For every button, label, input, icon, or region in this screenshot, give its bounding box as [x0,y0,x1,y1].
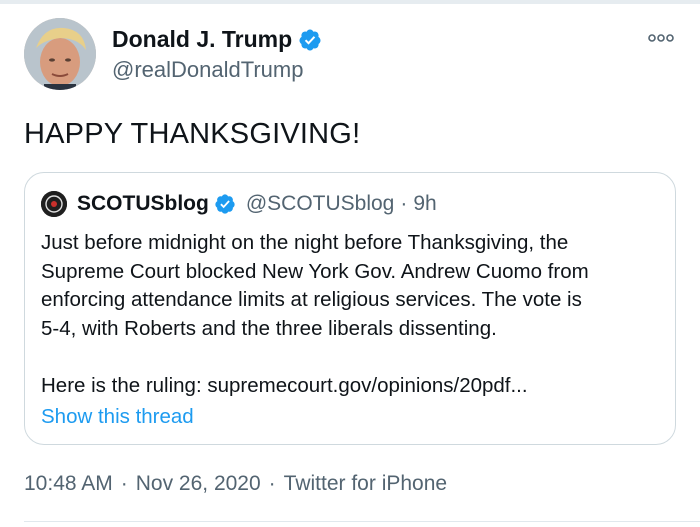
quoted-tweet-body: Just before midnight on the night before… [41,229,661,400]
author-display-name[interactable]: Donald J. Trump [112,26,322,53]
meta-separator: · [268,472,276,495]
verified-badge-icon [298,28,322,52]
quoted-author-handle[interactable]: @SCOTUSblog [246,192,395,216]
quoted-tweet-header: SCOTUSblog @SCOTUSblog · 9h [41,191,437,217]
show-thread-link[interactable]: Show this thread [41,405,194,429]
quoted-body-line: enforcing attendance limits at religious… [41,288,582,311]
tweet-meta: 10:48 AM · Nov 26, 2020 · Twitter for iP… [24,472,447,496]
verified-badge-icon [214,193,236,215]
quoted-body-line: 5-4, with Roberts and the three liberals… [41,316,497,340]
tweet-source[interactable]: Twitter for iPhone [284,472,447,496]
quoted-author-display-name[interactable]: SCOTUSblog [77,192,209,216]
top-divider [0,0,700,4]
author-display-name-text: Donald J. Trump [112,26,293,52]
quoted-body-line: Just before midnight on the night before… [41,231,569,254]
quoted-relative-time[interactable]: 9h [413,192,436,216]
tweet-time[interactable]: 10:48 AM [24,472,113,496]
quoted-tweet-card[interactable]: SCOTUSblog @SCOTUSblog · 9h Just before … [24,172,676,445]
quoted-body-line: Supreme Court blocked New York Gov. Andr… [41,259,589,283]
quoted-ruling-line: Here is the ruling: supremecourt.gov/opi… [41,373,528,397]
tweet-text: HAPPY THANKSGIVING! [24,118,361,150]
more-options-icon [648,34,674,42]
author-avatar[interactable] [24,18,96,90]
more-options-button[interactable] [646,28,676,48]
author-avatar-image [24,18,96,90]
quoted-separator: · [400,192,408,215]
bottom-divider [24,521,700,522]
tweet-date[interactable]: Nov 26, 2020 [136,472,261,496]
scotusblog-logo-icon [41,191,67,217]
quoted-body-spacer [41,343,661,372]
quoted-author-avatar[interactable] [41,191,67,217]
author-handle[interactable]: @realDonaldTrump [112,57,303,83]
meta-separator: · [120,472,128,495]
tweet-detail-page: Donald J. Trump @realDonaldTrump HAPPY T… [0,0,700,527]
